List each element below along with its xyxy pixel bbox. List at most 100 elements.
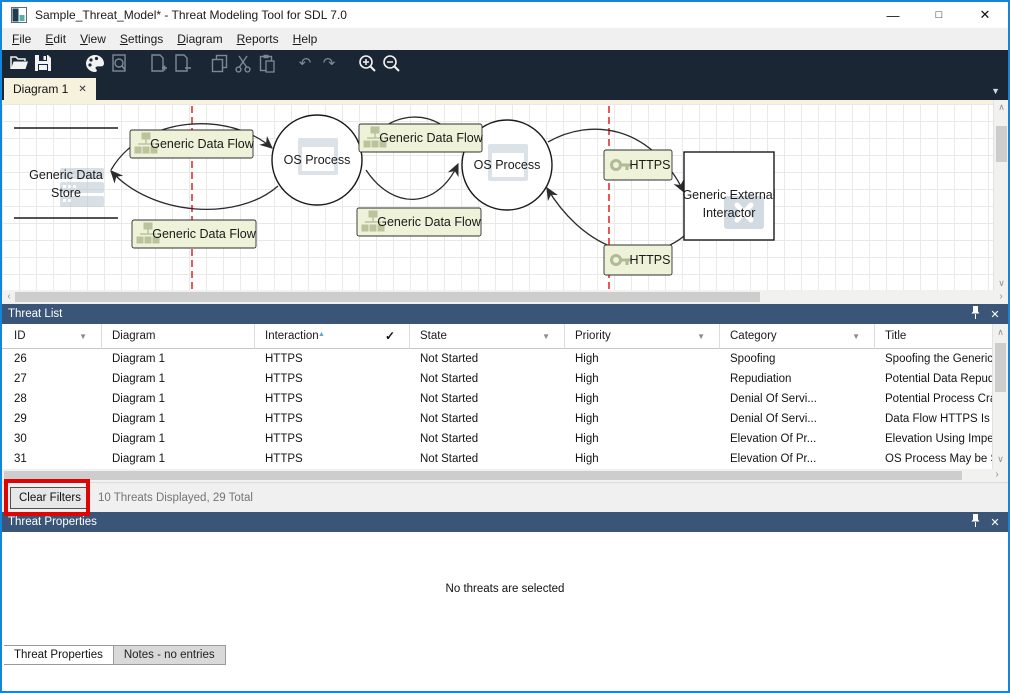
menu-edit[interactable]: Edit (38, 30, 73, 48)
cell-title: Potential Process Crash or Stop for OS P… (875, 389, 1008, 409)
cell-state: Not Started (410, 349, 565, 369)
open-file-icon[interactable] (7, 52, 31, 74)
maximize-button[interactable]: □ (916, 2, 962, 28)
scrollbar-thumb[interactable] (4, 471, 962, 480)
https-flow-label[interactable]: HTTPS (604, 150, 672, 180)
data-store-label: Generic Data (29, 168, 103, 182)
canvas-vertical-scrollbar[interactable]: ∧ ∨ (993, 100, 1008, 290)
tab-diagram-1[interactable]: Diagram 1 ✕ (4, 78, 96, 100)
close-button[interactable]: ✕ (962, 2, 1008, 28)
data-flow-label[interactable]: Generic Data Flow (132, 220, 257, 248)
cell-interaction: HTTPS (255, 429, 410, 449)
https-flow-arrow[interactable] (547, 188, 689, 252)
cut-icon[interactable] (231, 52, 255, 74)
data-flow-label[interactable]: Generic Data Flow (130, 130, 255, 158)
cell-state: Not Started (410, 369, 565, 389)
column-header-id[interactable]: ID ▼ (2, 324, 102, 349)
threat-model-diagram: Generic Data Store OS Process OS Process… (2, 100, 993, 290)
save-icon[interactable] (31, 52, 55, 74)
https-flow-label[interactable]: HTTPS (604, 245, 672, 275)
threat-row[interactable]: 27Diagram 1HTTPSNot StartedHighRepudiati… (2, 369, 1008, 389)
filter-dropdown-icon[interactable]: ▼ (852, 324, 860, 349)
cell-interaction: HTTPS (255, 349, 410, 369)
panel-close-icon[interactable]: ✕ (988, 308, 1002, 321)
threat-row[interactable]: 29Diagram 1HTTPSNot StartedHighDenial Of… (2, 409, 1008, 429)
menu-reports[interactable]: Reports (230, 30, 286, 48)
tab-list-dropdown-icon[interactable]: ▼ (991, 86, 1000, 96)
pin-icon[interactable] (968, 514, 982, 530)
preview-document-icon[interactable] (107, 52, 131, 74)
zoom-in-icon[interactable] (355, 52, 379, 74)
data-flow-label[interactable]: Generic Data Flow (357, 208, 482, 236)
tab-close-icon[interactable]: ✕ (78, 84, 86, 95)
threat-row[interactable]: 31Diagram 1HTTPSNot StartedHighElevation… (2, 449, 1008, 469)
menu-settings[interactable]: Settings (113, 30, 170, 48)
column-header-diagram[interactable]: Diagram (102, 324, 255, 349)
menu-view[interactable]: View (73, 30, 113, 48)
svg-text:HTTPS: HTTPS (630, 253, 671, 267)
cell-id: 30 (2, 429, 102, 449)
zoom-out-icon[interactable] (379, 52, 403, 74)
data-flow-label[interactable]: Generic Data Flow (359, 124, 484, 152)
paste-icon[interactable] (255, 52, 279, 74)
cell-title: Elevation Using Impersonation (875, 429, 1008, 449)
scrollbar-thumb[interactable] (996, 126, 1007, 162)
generic-external-interactor-node[interactable]: Generic External Interactor (682, 152, 775, 240)
filter-dropdown-icon[interactable]: ▼ (79, 324, 87, 349)
add-diagram-icon[interactable] (145, 52, 169, 74)
diagram-canvas[interactable]: Generic Data Store OS Process OS Process… (2, 100, 1008, 290)
copy-icon[interactable] (207, 52, 231, 74)
scroll-right-icon[interactable]: › (990, 469, 1004, 483)
scroll-left-icon[interactable]: ‹ (2, 290, 16, 304)
empty-selection-message: No threats are selected (446, 583, 565, 595)
panel-title: Threat Properties (8, 516, 968, 528)
panel-close-icon[interactable]: ✕ (988, 516, 1002, 529)
table-vertical-scrollbar[interactable]: ∧ ∨ (992, 324, 1008, 469)
threat-count-status: 10 Threats Displayed, 29 Total (98, 492, 253, 504)
canvas-horizontal-scrollbar[interactable]: ‹ › (2, 290, 1008, 304)
cell-state: Not Started (410, 409, 565, 429)
scroll-right-icon[interactable]: › (994, 290, 1008, 304)
threat-row[interactable]: 26Diagram 1HTTPSNot StartedHighSpoofingS… (2, 349, 1008, 369)
undo-icon[interactable]: ↶ (293, 52, 317, 74)
cell-category: Elevation Of Pr... (720, 429, 875, 449)
scrollbar-thumb[interactable] (15, 292, 760, 302)
scrollbar-thumb[interactable] (995, 343, 1006, 392)
panel-title: Threat List (8, 308, 968, 320)
cell-interaction: HTTPS (255, 449, 410, 469)
filter-dropdown-icon[interactable]: ▼ (542, 324, 550, 349)
filter-active-icon[interactable]: ✓ (385, 324, 395, 349)
filter-dropdown-icon[interactable]: ▼ (697, 324, 705, 349)
column-header-interaction[interactable]: ▲ Interaction ✓ (255, 324, 410, 349)
threat-table-body: 26Diagram 1HTTPSNot StartedHighSpoofingS… (2, 349, 1008, 469)
data-flow-arrow[interactable] (366, 164, 458, 199)
cell-title: OS Process May be Subject to Elevation o… (875, 449, 1008, 469)
minimize-button[interactable]: — (870, 2, 916, 28)
redo-icon[interactable]: ↷ (317, 52, 341, 74)
threat-row[interactable]: 28Diagram 1HTTPSNot StartedHighDenial Of… (2, 389, 1008, 409)
pin-icon[interactable] (968, 306, 982, 322)
threat-properties-panel: No threats are selected (2, 532, 1008, 645)
table-horizontal-scrollbar[interactable]: › (2, 469, 1008, 482)
column-header-state[interactable]: State ▼ (410, 324, 565, 349)
menu-file[interactable]: File (5, 30, 38, 48)
svg-text:Interactor: Interactor (703, 206, 756, 220)
menu-help[interactable]: Help (286, 30, 325, 48)
tab-threat-properties[interactable]: Threat Properties (4, 645, 114, 665)
column-header-category[interactable]: Category ▼ (720, 324, 875, 349)
column-header-priority[interactable]: Priority ▼ (565, 324, 720, 349)
cell-diagram: Diagram 1 (102, 369, 255, 389)
column-header-title[interactable]: Title (875, 324, 1008, 349)
scroll-down-icon[interactable]: ∨ (993, 453, 1008, 466)
tab-notes[interactable]: Notes - no entries (114, 645, 226, 665)
threat-row[interactable]: 30Diagram 1HTTPSNot StartedHighElevation… (2, 429, 1008, 449)
report-palette-icon[interactable] (83, 52, 107, 74)
remove-diagram-icon[interactable] (169, 52, 193, 74)
clear-filters-button[interactable]: Clear Filters (10, 487, 90, 509)
generic-data-store-node[interactable]: Generic Data Store (14, 128, 118, 218)
scroll-up-icon[interactable]: ∧ (994, 100, 1008, 114)
scroll-down-icon[interactable]: ∨ (994, 276, 1008, 290)
menu-diagram[interactable]: Diagram (170, 30, 229, 48)
scroll-up-icon[interactable]: ∧ (993, 326, 1008, 339)
data-flow-arrow[interactable] (111, 171, 278, 209)
